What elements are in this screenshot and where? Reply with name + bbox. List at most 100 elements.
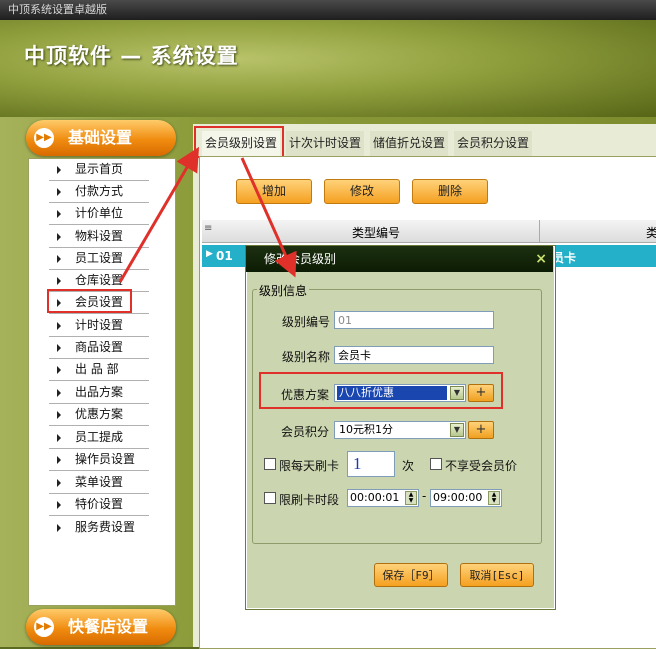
triangle-icon: [57, 277, 61, 285]
triangle-icon: [57, 389, 61, 397]
close-icon[interactable]: ×: [535, 246, 547, 272]
sidebar-item-payment[interactable]: 付款方式: [49, 181, 149, 203]
window-title: 中顶系统设置卓越版: [8, 3, 107, 16]
basic-settings-header[interactable]: ▶▶ 基础设置: [26, 120, 176, 156]
sidebar-panel: 显示首页 付款方式 计价单位 物料设置 员工设置 仓库设置 会员设置 计时设置 …: [28, 158, 176, 606]
sidebar-item-label: 计时设置: [75, 318, 124, 332]
spinner-icon[interactable]: ▲ ▼: [488, 491, 500, 505]
time-end-value: 09:00:00: [433, 491, 483, 504]
triangle-icon: [57, 434, 61, 442]
triangle-icon: [57, 501, 61, 509]
tab-count-timing[interactable]: 计次计时设置: [286, 131, 365, 156]
time-limit-label: 限刷卡时段: [279, 493, 340, 507]
triangle-icon: [57, 210, 61, 218]
col-partial[interactable]: 类: [646, 224, 656, 241]
dialog-title-bar: 修改会员级别 ×: [246, 246, 553, 272]
points-label: 会员积分: [281, 425, 330, 439]
no-member-price-checkbox[interactable]: [430, 458, 442, 470]
spinner-icon[interactable]: ▲ ▼: [405, 491, 417, 505]
time-end-input[interactable]: 09:00:00 ▲ ▼: [430, 489, 502, 507]
triangle-icon: [57, 411, 61, 419]
row-pointer-icon: ▶: [206, 249, 213, 259]
save-button[interactable]: 保存［F9］: [374, 563, 448, 587]
sidebar-item-label: 操作员设置: [75, 452, 136, 466]
sidebar-item-label: 商品设置: [75, 340, 124, 354]
sidebar-item-output-plan[interactable]: 出品方案: [49, 382, 149, 404]
sidebar-item-label: 特价设置: [75, 497, 124, 511]
group-title: 级别信息: [257, 282, 310, 299]
triangle-icon: [57, 255, 61, 263]
row-indicator-icon: ≡: [204, 223, 213, 234]
level-code-label: 级别编号: [282, 315, 331, 329]
edit-button[interactable]: 修改: [324, 179, 400, 204]
fastfood-settings-label: 快餐店设置: [68, 617, 149, 636]
col-type-code[interactable]: 类型编号: [352, 224, 400, 241]
double-arrow-icon: ▶▶: [34, 128, 54, 148]
time-limit-checkbox[interactable]: [264, 492, 276, 504]
add-points-rule-button[interactable]: +: [468, 421, 494, 439]
triangle-icon: [57, 366, 61, 374]
triangle-icon: [57, 456, 61, 464]
sidebar-item-home[interactable]: 显示首页: [49, 159, 149, 181]
sidebar-item-label: 物料设置: [75, 229, 124, 243]
sidebar-item-label: 员工设置: [75, 251, 124, 265]
fastfood-settings-header[interactable]: ▶▶ 快餐店设置: [26, 609, 176, 645]
sidebar-item-label: 优惠方案: [75, 407, 124, 421]
sidebar-item-material[interactable]: 物料设置: [49, 226, 149, 248]
time-separator: -: [422, 489, 427, 503]
sidebar-item-operator[interactable]: 操作员设置: [49, 449, 149, 471]
no-member-price-label: 不享受会员价: [445, 459, 518, 473]
times-unit-label: 次: [402, 459, 415, 473]
sidebar-item-menu[interactable]: 菜单设置: [49, 472, 149, 494]
time-start-value: 00:00:01: [350, 491, 400, 504]
dialog-title: 修改会员级别: [264, 252, 337, 266]
sidebar-item-label: 服务费设置: [75, 520, 136, 534]
triangle-icon: [57, 188, 61, 196]
sidebar-item-label: 出 品 部: [75, 362, 119, 376]
highlight-member-level-tab: [194, 126, 284, 158]
highlight-member-settings: [47, 289, 132, 313]
daily-limit-label: 限每天刷卡: [279, 459, 340, 473]
points-value: 10元积1分: [339, 423, 393, 436]
sidebar-item-label: 出品方案: [75, 385, 124, 399]
triangle-icon: [57, 479, 61, 487]
sidebar-item-product[interactable]: 商品设置: [49, 337, 149, 359]
triangle-icon: [57, 524, 61, 532]
daily-limit-input[interactable]: 1: [347, 451, 395, 477]
double-arrow-icon: ▶▶: [34, 617, 54, 637]
daily-limit-checkbox[interactable]: [264, 458, 276, 470]
chevron-down-icon[interactable]: ▼: [450, 423, 464, 437]
tab-member-points[interactable]: 会员积分设置: [454, 131, 533, 156]
sidebar-item-output-dept[interactable]: 出 品 部: [49, 359, 149, 381]
basic-settings-label: 基础设置: [68, 128, 133, 147]
sidebar-item-commission[interactable]: 员工提成: [49, 427, 149, 449]
grid-header: ≡ 类型编号 类: [202, 220, 656, 243]
triangle-icon: [57, 322, 61, 330]
row-code: 01: [216, 249, 233, 263]
sidebar-item-label: 计价单位: [75, 206, 124, 220]
sidebar-item-label: 员工提成: [75, 430, 124, 444]
sidebar-item-unit[interactable]: 计价单位: [49, 203, 149, 225]
level-code-field[interactable]: 01: [334, 311, 494, 329]
time-start-input[interactable]: 00:00:01 ▲ ▼: [347, 489, 419, 507]
sidebar-item-discount-plan[interactable]: 优惠方案: [49, 404, 149, 426]
sidebar-item-service-fee[interactable]: 服务费设置: [49, 517, 149, 538]
sidebar-item-staff[interactable]: 员工设置: [49, 248, 149, 270]
add-button[interactable]: 增加: [236, 179, 312, 204]
sidebar-item-label: 付款方式: [75, 184, 124, 198]
app-title: 中顶软件 — 系统设置: [24, 44, 239, 68]
cancel-button[interactable]: 取消[Esc]: [460, 563, 534, 587]
level-name-label: 级别名称: [282, 350, 331, 364]
highlight-discount-plan: [259, 372, 503, 409]
window-title-bar: 中顶系统设置卓越版: [0, 0, 656, 20]
col-divider: [539, 220, 540, 242]
points-select[interactable]: 10元积1分 ▼: [334, 421, 466, 439]
tab-stored-value[interactable]: 储值折兑设置: [370, 131, 449, 156]
triangle-icon: [57, 344, 61, 352]
delete-button[interactable]: 删除: [412, 179, 488, 204]
sidebar-item-special-price[interactable]: 特价设置: [49, 494, 149, 516]
sidebar-item-label: 菜单设置: [75, 475, 124, 489]
sidebar-item-timing[interactable]: 计时设置: [49, 315, 149, 337]
sidebar-item-label: 显示首页: [75, 162, 124, 176]
level-name-field[interactable]: 会员卡: [334, 346, 494, 364]
